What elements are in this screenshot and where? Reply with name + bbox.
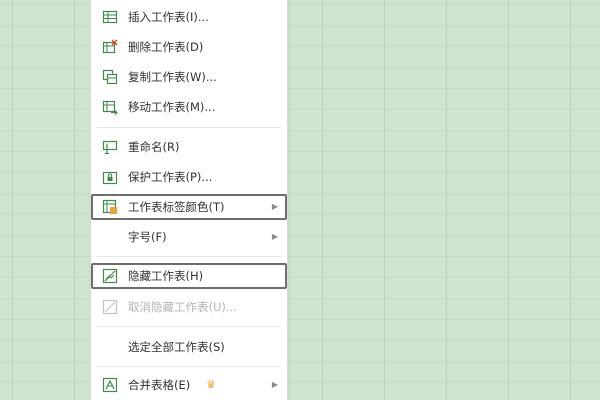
menu-item-move-sheet[interactable]: 移动工作表(M)...: [91, 94, 287, 120]
menu-item-label: 合并表格(E): [128, 378, 191, 392]
menu-item-label: 删除工作表(D): [128, 40, 204, 54]
menu-item-hide-sheet[interactable]: 隐藏工作表(H): [91, 263, 287, 289]
menu-item-label: 插入工作表(I)...: [128, 10, 209, 24]
menu-item-label: 移动工作表(M)...: [128, 100, 216, 114]
menu-separator: [97, 127, 281, 128]
menu-item-label: 选定全部工作表(S): [128, 340, 225, 354]
menu-item-label: 重命名(R): [128, 140, 180, 154]
menu-item-select-all-sheets[interactable]: 选定全部工作表(S): [91, 334, 287, 360]
rename-icon: [102, 139, 118, 155]
menu-item-delete-sheet[interactable]: 删除工作表(D): [91, 34, 287, 60]
menu-item-label: 复制工作表(W)...: [128, 70, 217, 84]
merge-tables-icon: [102, 377, 118, 393]
menu-item-label: 保护工作表(P)...: [128, 170, 213, 184]
menu-item-label: 隐藏工作表(H): [128, 269, 204, 283]
menu-item-merge-tables[interactable]: 合并表格(E) ♛ ▶: [91, 372, 287, 398]
menu-item-unhide-sheet[interactable]: 取消隐藏工作表(U)...: [91, 294, 287, 320]
protect-sheet-icon: [102, 169, 118, 185]
insert-sheet-icon: [102, 9, 118, 25]
chevron-right-icon: ▶: [271, 380, 278, 389]
chevron-right-icon: ▶: [271, 232, 278, 241]
menu-item-protect-sheet[interactable]: 保护工作表(P)...: [91, 164, 287, 190]
sheet-tab-context-menu: 插入工作表(I)... 删除工作表(D) 复制工作表(W)... 移动工作表(M…: [90, 0, 288, 400]
chevron-right-icon: ▶: [271, 202, 278, 211]
menu-item-rename[interactable]: 重命名(R): [91, 134, 287, 160]
menu-separator: [97, 326, 281, 327]
menu-item-font-size[interactable]: 字号(F) ▶: [91, 224, 287, 250]
delete-sheet-icon: [102, 39, 118, 55]
menu-item-insert-sheet[interactable]: 插入工作表(I)...: [91, 4, 287, 30]
crown-icon: ♛: [206, 378, 216, 391]
copy-sheet-icon: [102, 69, 118, 85]
menu-separator: [97, 366, 281, 367]
menu-item-copy-sheet[interactable]: 复制工作表(W)...: [91, 64, 287, 90]
unhide-sheet-icon: [102, 299, 118, 315]
tab-color-icon: [102, 199, 118, 215]
move-sheet-icon: [102, 99, 118, 115]
menu-item-tab-color[interactable]: 工作表标签颜色(T) ▶: [91, 194, 287, 220]
menu-item-label: 字号(F): [128, 230, 167, 244]
menu-item-label: 取消隐藏工作表(U)...: [128, 300, 237, 314]
menu-separator: [97, 256, 281, 257]
hide-sheet-icon: [102, 268, 118, 284]
menu-item-label: 工作表标签颜色(T): [128, 200, 225, 214]
